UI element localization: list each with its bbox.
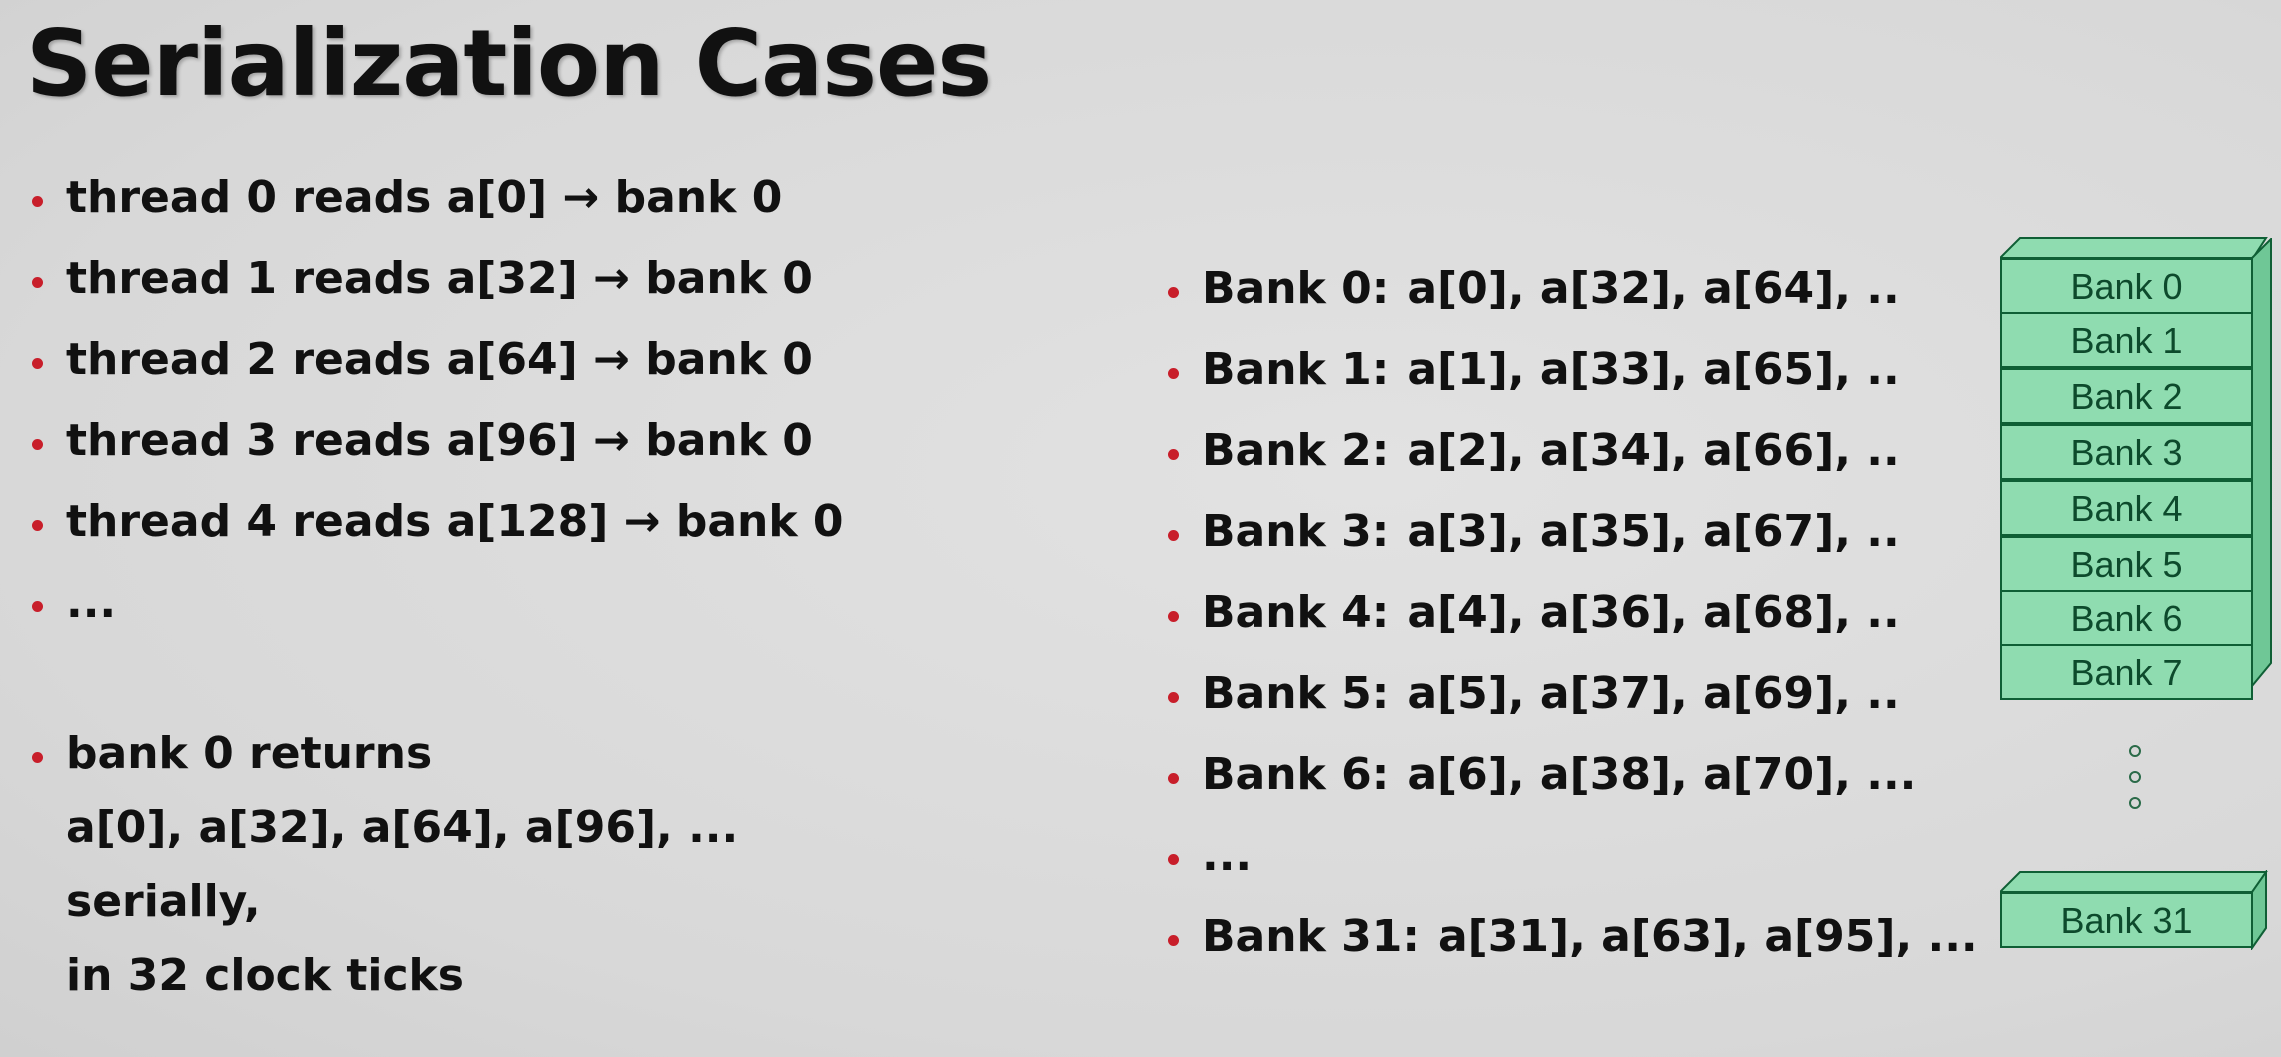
bullet-dot-icon: [1168, 529, 1179, 541]
bank-row-2: Bank 2: a[2], a[34], a[66], ..: [1160, 423, 1978, 504]
bank-box-31: Bank 31: [2000, 892, 2253, 948]
bullet-thread-4: thread 4 reads a[128] → bank 0: [24, 494, 844, 575]
bullet-dot-icon: [1168, 934, 1179, 946]
bullet-dot-icon: [32, 195, 43, 207]
bullet-dot-icon: [1168, 286, 1179, 298]
returns-line-3: serially,: [66, 876, 261, 927]
thread-read-list: thread 0 reads a[0] → bank 0 thread 1 re…: [24, 170, 844, 1022]
bullet-dot-icon: [1168, 448, 1179, 460]
bullet-dot-icon: [1168, 367, 1179, 379]
bullet-dot-icon: [32, 276, 43, 288]
bank-row-4: Bank 4: a[4], a[36], a[68], ..: [1160, 585, 1978, 666]
bullet-dot-icon: [32, 600, 43, 612]
vertical-ellipsis-icon: [2125, 745, 2145, 823]
bank-box-7: Bank 7: [2000, 644, 2253, 700]
bank-box-2: Bank 2: [2000, 368, 2253, 424]
bullet-thread-1: thread 1 reads a[32] → bank 0: [24, 251, 844, 332]
bank-row-6: Bank 6: a[6], a[38], a[70], ...: [1160, 747, 1978, 828]
bullet-dot-icon: [1168, 691, 1179, 703]
returns-line-2: a[0], a[32], a[64], a[96], ...: [66, 802, 739, 853]
bank-31-diagram: Bank 31: [2000, 870, 2268, 950]
bank-box-4: Bank 4: [2000, 480, 2253, 536]
bullet-dot-icon: [32, 519, 43, 531]
bank-box-6: Bank 6: [2000, 590, 2253, 646]
bank-box-0: Bank 0: [2000, 258, 2253, 314]
bullet-dot-icon: [1168, 853, 1179, 865]
slide: Serialization Cases thread 0 reads a[0] …: [0, 0, 2281, 1057]
bank-mapping-list: Bank 0: a[0], a[32], a[64], .. Bank 1: a[1…: [1160, 261, 1978, 990]
slide-title: Serialization Cases: [26, 10, 992, 117]
bank-stack-side-face: [2251, 238, 2272, 689]
bank-box-5: Bank 5: [2000, 536, 2253, 592]
bullet-thread-2: thread 2 reads a[64] → bank 0: [24, 332, 844, 413]
bank-row-3: Bank 3: a[3], a[35], a[67], ..: [1160, 504, 1978, 585]
bank-row-ellipsis: ...: [1160, 828, 1978, 909]
returns-line-1: bank 0 returns: [66, 728, 433, 779]
bullet-dot-icon: [32, 357, 43, 369]
bank-box-1: Bank 1: [2000, 312, 2253, 368]
bank-stack-top-face: [2000, 237, 2268, 259]
returns-line-4: in 32 clock ticks: [66, 950, 464, 1001]
bullet-thread-0: thread 0 reads a[0] → bank 0: [24, 170, 844, 251]
bullet-dot-icon: [32, 438, 43, 450]
bullet-dot-icon: [1168, 610, 1179, 622]
bank-row-1: Bank 1: a[1], a[33], a[65], ..: [1160, 342, 1978, 423]
bullet-thread-3: thread 3 reads a[96] → bank 0: [24, 413, 844, 494]
bank-row-31: Bank 31: a[31], a[63], a[95], ...: [1160, 909, 1978, 990]
bank-row-5: Bank 5: a[5], a[37], a[69], ..: [1160, 666, 1978, 747]
bullet-bank-returns: bank 0 returns a[0], a[32], a[64], a[96]…: [24, 726, 844, 1022]
bank-row-0: Bank 0: a[0], a[32], a[64], ..: [1160, 261, 1978, 342]
bank-box-3: Bank 3: [2000, 424, 2253, 480]
bullet-dot-icon: [1168, 772, 1179, 784]
bullet-dot-icon: [32, 751, 43, 763]
bullet-ellipsis: ...: [24, 575, 844, 656]
